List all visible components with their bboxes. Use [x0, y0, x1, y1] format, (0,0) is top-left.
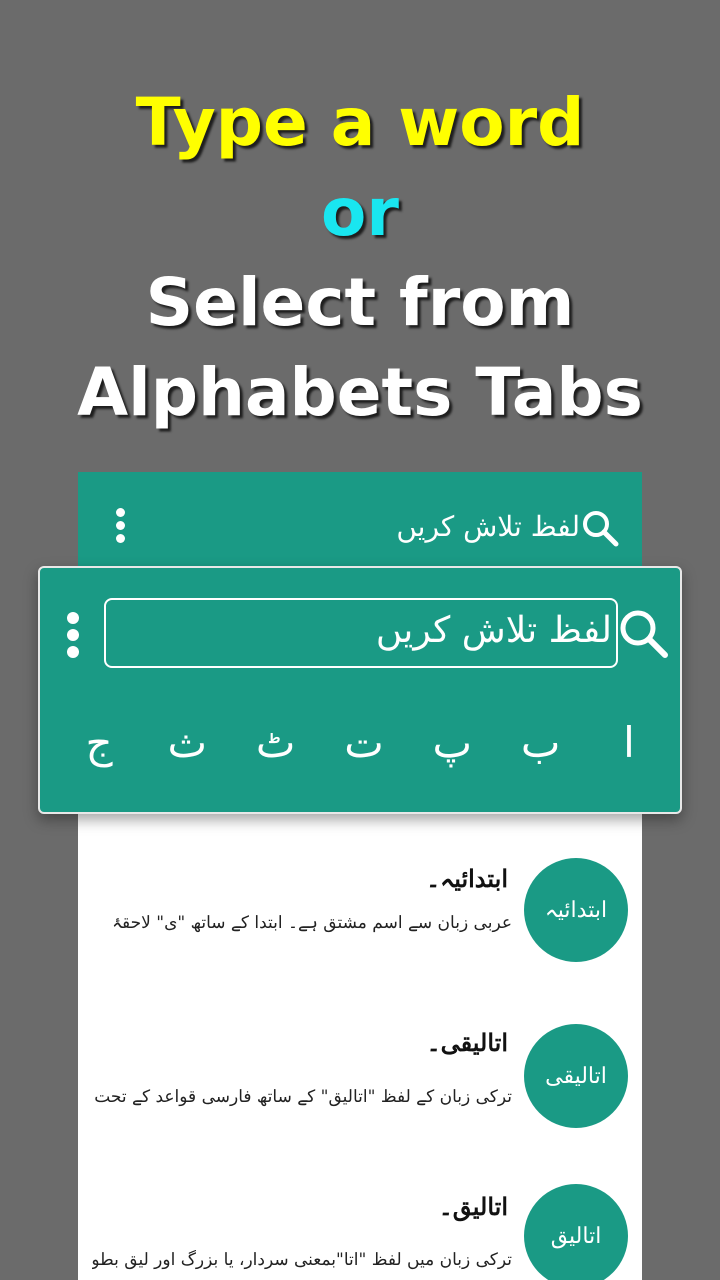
- promo-headline: Type a word or Select from Alphabets Tab…: [0, 78, 720, 438]
- zoomed-toolbar: لفظ تلاش کریں ا ب پ ت ٹ ث ج: [38, 566, 682, 814]
- app-bar-search-hint[interactable]: لفظ تلاش کریں: [396, 510, 580, 543]
- tab-bay[interactable]: ب: [506, 718, 576, 798]
- tab-alif[interactable]: ا: [594, 718, 664, 798]
- word-avatar: اتالیقی: [524, 1024, 628, 1128]
- more-vert-icon[interactable]: [64, 612, 82, 664]
- search-icon[interactable]: [616, 606, 670, 660]
- tab-pay[interactable]: پ: [417, 718, 487, 798]
- search-icon[interactable]: [580, 508, 620, 548]
- word-description: عربی زبان سے اسم مشتق ہے۔ ابتدا کے ساتھ …: [112, 913, 512, 933]
- more-vert-icon[interactable]: [112, 508, 128, 548]
- alphabet-tabs: ا ب پ ت ٹ ث ج: [64, 718, 664, 798]
- word-title: ابتدائیہ۔: [426, 864, 508, 893]
- tab-say[interactable]: ث: [152, 718, 222, 798]
- word-description: ترکی زبان میں لفظ "اتا"بمعنی سردار، یا ب…: [92, 1250, 512, 1270]
- tab-ttay[interactable]: ٹ: [241, 718, 311, 798]
- headline-line-3: Select from: [145, 264, 575, 341]
- word-avatar: اتالیق: [524, 1184, 628, 1280]
- word-title: اتالیق۔: [438, 1192, 508, 1221]
- list-item[interactable]: اتالیقی اتالیقی۔ ترکی زبان کے لفظ "اتالی…: [78, 1018, 642, 1158]
- word-title: اتالیقی۔: [426, 1028, 508, 1057]
- word-description: ترکی زبان کے لفظ "اتالیق" کے ساتھ فارسی …: [94, 1087, 512, 1107]
- headline-line-4: Alphabets Tabs: [77, 354, 643, 431]
- word-avatar: ابتدائیہ: [524, 858, 628, 962]
- headline-line-1: Type a word: [135, 84, 585, 161]
- search-input[interactable]: لفظ تلاش کریں: [104, 598, 618, 668]
- list-item[interactable]: اتالیق اتالیق۔ ترکی زبان میں لفظ "اتا"بم…: [78, 1182, 642, 1280]
- tab-tay[interactable]: ت: [329, 718, 399, 798]
- tab-jeem[interactable]: ج: [64, 718, 134, 798]
- list-item[interactable]: ابتدائیہ ابتدائیہ۔ عربی زبان سے اسم مشتق…: [78, 850, 642, 990]
- headline-line-2: or: [321, 174, 399, 251]
